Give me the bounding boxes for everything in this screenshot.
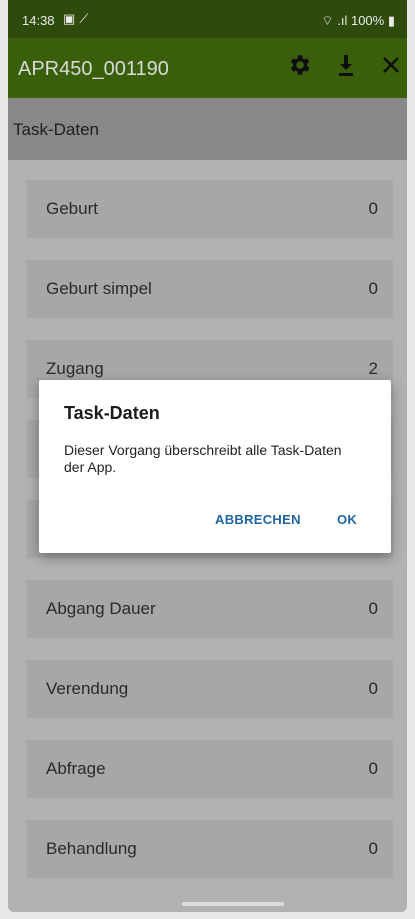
dialog-message: Dieser Vorgang überschreibt alle Task-Da…	[64, 442, 342, 475]
status-right: ⌔ .ıl 100% ▮	[321, 13, 395, 29]
status-time: 14:38	[22, 13, 55, 28]
home-indicator[interactable]	[182, 902, 284, 906]
app-title: APR450_001190	[18, 58, 169, 80]
dialog-title: Task-Daten	[64, 403, 160, 423]
item-label: Abfrage	[46, 759, 106, 778]
item-label: Geburt	[46, 199, 98, 218]
photo-icon: ▣	[63, 11, 80, 26]
list-item[interactable]: Geburt simpel 0	[27, 260, 393, 318]
status-bar: 14:38 ▣⟋ ⌔ .ıl 100% ▮	[8, 0, 407, 38]
item-label: Zugang	[46, 359, 104, 378]
list-item[interactable]: Abgang Dauer 0	[27, 580, 393, 638]
tool-icon: ⟋	[79, 11, 93, 26]
confirm-dialog: Task-Daten Dieser Vorgang überschreibt a…	[39, 380, 391, 553]
list-item[interactable]: Behandlung 0	[27, 820, 393, 878]
item-count: 0	[368, 279, 378, 298]
item-label: Verendung	[46, 679, 129, 698]
ok-button[interactable]: OK	[337, 512, 357, 527]
status-left-icons: ▣⟋	[63, 11, 92, 27]
list-item[interactable]: Verendung 0	[27, 660, 393, 718]
item-label: Behandlung	[46, 839, 137, 858]
gear-icon[interactable]	[286, 52, 312, 84]
app-bar: APR450_001190	[8, 38, 407, 98]
item-count: 0	[368, 679, 378, 698]
item-count: 0	[368, 199, 378, 218]
list-item[interactable]: Geburt 0	[27, 180, 393, 238]
cancel-button[interactable]: ABBRECHEN	[215, 512, 301, 527]
item-label: Geburt simpel	[46, 279, 152, 298]
battery-level: 100%	[350, 13, 385, 28]
wifi-icon: ⌔	[321, 13, 334, 28]
item-count: 2	[368, 359, 378, 378]
close-icon[interactable]	[380, 52, 402, 84]
item-count: 0	[368, 759, 378, 778]
item-label: Abgang Dauer	[46, 599, 156, 618]
section-header: Task-Daten	[8, 98, 407, 160]
battery-icon: ▮	[387, 13, 395, 28]
item-count: 0	[368, 839, 378, 858]
section-title: Task-Daten	[13, 120, 99, 139]
signal-icon: .ıl	[337, 13, 348, 28]
item-count: 0	[368, 599, 378, 618]
list-item[interactable]: Abfrage 0	[27, 740, 393, 798]
download-icon[interactable]	[334, 52, 358, 84]
